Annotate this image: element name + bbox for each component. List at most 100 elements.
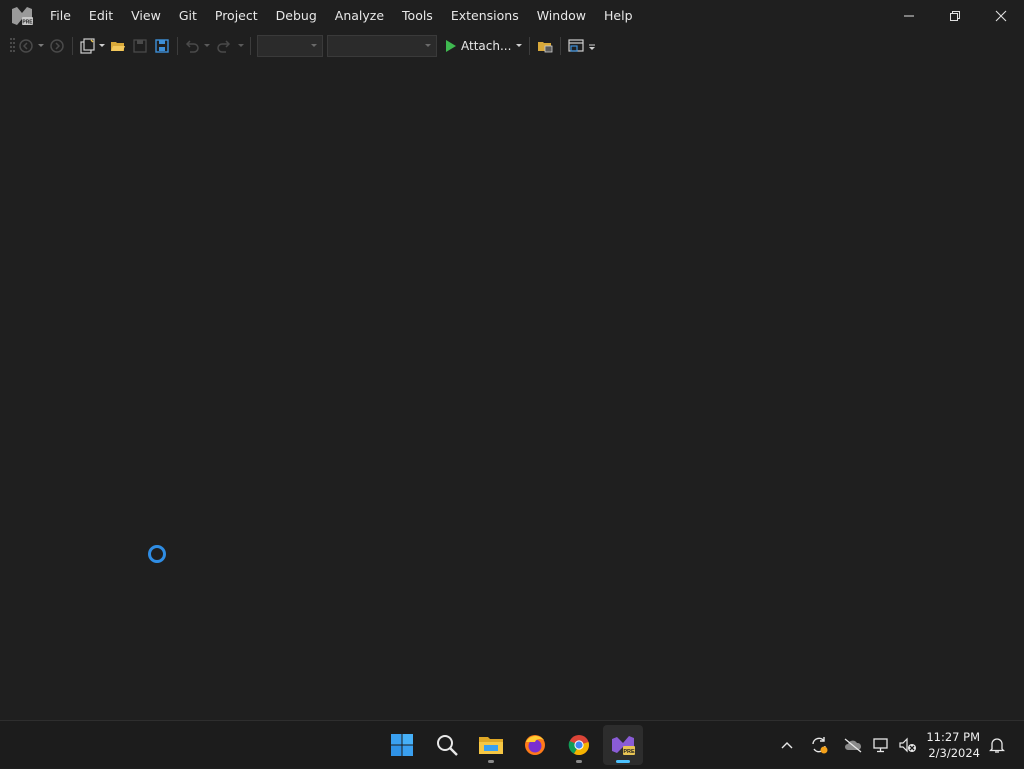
menu-edit[interactable]: Edit xyxy=(80,2,122,30)
chevron-up-icon xyxy=(781,742,793,749)
undo-button[interactable] xyxy=(182,35,202,57)
close-button[interactable] xyxy=(978,0,1024,32)
play-icon xyxy=(446,40,456,52)
restore-icon xyxy=(950,11,960,21)
bell-icon xyxy=(989,738,1005,753)
close-icon xyxy=(995,10,1007,22)
new-project-button[interactable] xyxy=(77,35,97,57)
menu-analyze[interactable]: Analyze xyxy=(326,2,393,30)
minimize-icon xyxy=(904,15,914,17)
menu-help[interactable]: Help xyxy=(595,2,642,30)
volume-tray-button[interactable] xyxy=(896,721,920,769)
undo-icon xyxy=(185,40,199,53)
chevron-down-icon xyxy=(38,44,44,47)
menu-git[interactable]: Git xyxy=(170,2,206,30)
spinner-icon xyxy=(148,545,166,563)
clock-date: 2/3/2024 xyxy=(928,746,980,760)
menu-window[interactable]: Window xyxy=(528,2,595,30)
menu-debug[interactable]: Debug xyxy=(267,2,326,30)
navigate-forward-icon xyxy=(50,39,64,53)
running-indicator xyxy=(488,760,494,763)
chevron-down-icon xyxy=(99,44,105,47)
toolbar-separator xyxy=(560,37,562,55)
chrome-button[interactable] xyxy=(559,725,599,765)
file-explorer-button[interactable] xyxy=(471,725,511,765)
active-indicator xyxy=(616,760,630,763)
window-layout-icon xyxy=(568,39,585,52)
visual-studio-button[interactable]: PRE xyxy=(603,725,643,765)
network-tray-button[interactable] xyxy=(871,721,893,769)
firefox-button[interactable] xyxy=(515,725,555,765)
show-hidden-icons-button[interactable] xyxy=(776,721,798,769)
navigate-back-button[interactable] xyxy=(16,35,36,57)
new-project-dropdown[interactable] xyxy=(97,35,107,57)
navigate-forward-button[interactable] xyxy=(46,35,68,57)
svg-text:PRE: PRE xyxy=(623,749,635,755)
attach-dropdown[interactable] xyxy=(513,35,525,57)
sync-icon xyxy=(812,737,828,754)
title-bar: PRE File Edit View Git Project Debug Ana… xyxy=(0,0,1024,32)
redo-icon xyxy=(217,40,231,53)
svg-text:PRE: PRE xyxy=(22,20,33,26)
taskbar: PRE 11:27 PM 2/3/2024 xyxy=(0,720,1024,768)
file-explorer-icon xyxy=(479,737,503,754)
notifications-button[interactable] xyxy=(985,721,1009,769)
search-icon xyxy=(437,735,458,756)
clock-time: 11:27 PM xyxy=(926,730,980,744)
window-layout-button[interactable] xyxy=(565,35,587,57)
visual-studio-preview-icon: PRE xyxy=(612,736,635,755)
menu-file[interactable]: File xyxy=(41,2,80,30)
open-folder-icon xyxy=(111,42,125,51)
save-all-icon xyxy=(155,39,169,53)
toolbar-separator xyxy=(177,37,178,55)
start-button[interactable] xyxy=(382,725,422,765)
menu-extensions[interactable]: Extensions xyxy=(442,2,528,30)
solution-platform-combo[interactable] xyxy=(327,35,437,57)
volume-muted-icon xyxy=(899,737,916,753)
attach-label: Attach... xyxy=(461,39,512,53)
chevron-down-icon xyxy=(425,44,431,47)
browse-folder-button[interactable] xyxy=(534,35,556,57)
menu-view[interactable]: View xyxy=(122,2,170,30)
menu-tools[interactable]: Tools xyxy=(393,2,442,30)
save-icon xyxy=(133,39,147,53)
cloud-offline-tray-button[interactable] xyxy=(840,721,866,769)
new-project-icon xyxy=(80,38,95,54)
taskbar-clock[interactable]: 11:27 PM 2/3/2024 xyxy=(926,729,980,761)
standard-toolbar: Attach... xyxy=(0,32,1024,60)
toolbar-separator xyxy=(529,37,531,55)
redo-dropdown[interactable] xyxy=(236,35,246,57)
search-button[interactable] xyxy=(427,725,467,765)
chevron-down-icon xyxy=(311,44,317,47)
undo-dropdown[interactable] xyxy=(202,35,212,57)
restore-button[interactable] xyxy=(932,0,978,32)
window-controls xyxy=(886,0,1024,32)
solution-configuration-combo[interactable] xyxy=(257,35,323,57)
windows-start-icon xyxy=(391,734,413,756)
menu-bar: File Edit View Git Project Debug Analyze… xyxy=(41,2,642,30)
cloud-offline-icon xyxy=(844,738,862,753)
chevron-down-icon xyxy=(516,44,523,47)
navigate-back-dropdown[interactable] xyxy=(36,35,46,57)
minimize-button[interactable] xyxy=(886,0,932,32)
save-all-button[interactable] xyxy=(151,35,173,57)
redo-button[interactable] xyxy=(212,35,236,57)
sync-tray-button[interactable] xyxy=(806,721,832,769)
running-indicator xyxy=(576,760,582,763)
main-workspace xyxy=(0,60,1024,720)
save-button[interactable] xyxy=(129,35,151,57)
network-icon xyxy=(873,738,888,753)
open-file-button[interactable] xyxy=(107,35,129,57)
folder-browse-icon xyxy=(538,42,553,53)
visual-studio-preview-icon[interactable]: PRE xyxy=(11,5,33,27)
chrome-icon xyxy=(568,735,589,756)
attach-button[interactable]: Attach... xyxy=(445,35,513,57)
firefox-icon xyxy=(525,735,545,755)
toolbar-separator xyxy=(72,37,73,55)
menu-project[interactable]: Project xyxy=(206,2,267,30)
chevron-down-icon xyxy=(238,44,244,47)
toolbar-overflow-button[interactable] xyxy=(587,35,597,57)
toolbar-separator xyxy=(250,37,251,55)
navigate-back-icon xyxy=(19,39,33,53)
chevron-down-icon xyxy=(204,44,210,47)
